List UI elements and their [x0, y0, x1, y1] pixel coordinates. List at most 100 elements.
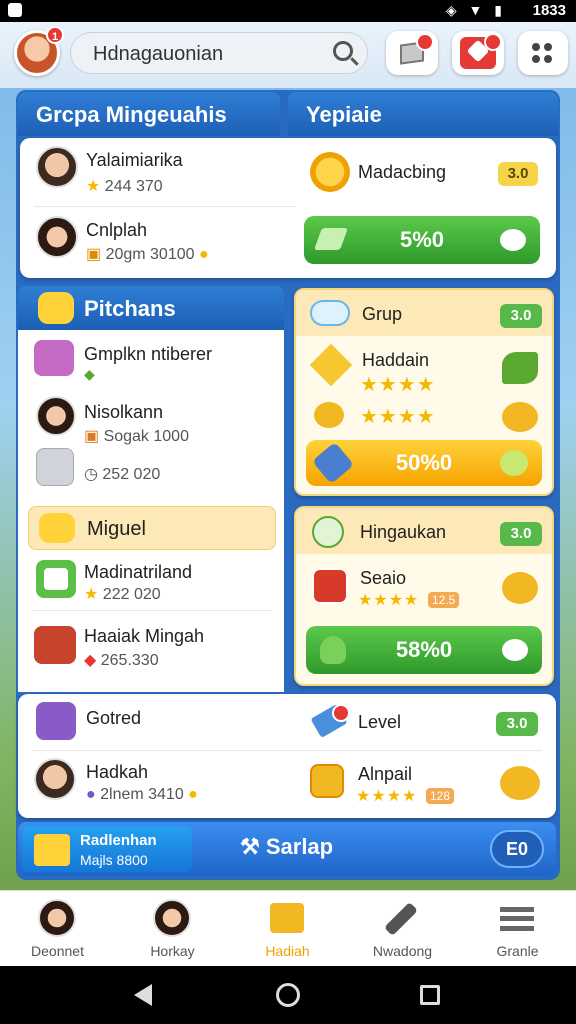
row-name: Haaiak Mingah [84, 626, 205, 646]
plant-icon [320, 636, 346, 664]
row-name: Gotred [86, 708, 142, 728]
badge-icon: ◆ [84, 652, 101, 669]
leaf-icon [312, 516, 344, 548]
gift-box-icon [34, 340, 74, 376]
tab-left-label: Grcpa Mingeuahis [36, 102, 227, 127]
ticket-icon [313, 228, 349, 250]
back-icon[interactable] [134, 984, 152, 1006]
top-card: Yalaimiarika ★ 244 370 Cnlplah ▣ 20gm 30… [20, 138, 556, 278]
row-name: Cnlplah [86, 220, 148, 240]
notification-icon [8, 3, 22, 17]
count-button[interactable]: E0 [490, 830, 544, 868]
game-icon [36, 560, 76, 598]
nav-item-hadiah[interactable]: Hadiah [230, 891, 345, 967]
card-title: Hingaukan [360, 522, 447, 542]
timer-icon: ◷ [84, 466, 103, 483]
profile-badge: 1 [46, 26, 64, 44]
inbox-badge [416, 33, 434, 51]
level-pill: 3.0 [496, 712, 538, 736]
reward-pill: 3.0 [498, 162, 538, 186]
footer-banner: Radlenhan Majls 8800 ⚒ Sarlap E0 [18, 822, 556, 876]
divider [32, 750, 542, 751]
promo-button[interactable]: Radlenhan Majls 8800 [22, 826, 192, 872]
nav-label: Horkay [150, 943, 195, 959]
star-rating: ★★★★ [356, 788, 418, 805]
emoji-icon [38, 292, 74, 324]
sarlap-label[interactable]: ⚒ Sarlap [240, 834, 333, 860]
grid-menu-icon [532, 43, 554, 65]
row-sub: ★ 222 020 [84, 586, 161, 603]
button-label: 58%0 [395, 637, 453, 662]
dice-icon [36, 702, 76, 740]
star-icon: ★ [84, 586, 103, 603]
avatar-icon [38, 899, 76, 937]
bag-icon: ▣ [84, 428, 104, 445]
tab-left[interactable]: Grcpa Mingeuahis [18, 92, 280, 136]
row-name: Gmplkn ntiberer [84, 344, 213, 364]
search-icon[interactable] [333, 41, 353, 61]
star-rating: ★★★★ [358, 592, 420, 609]
row-sub: ◆ 265.330 [84, 652, 159, 669]
coin-icon [310, 152, 350, 192]
chat-icon [500, 450, 528, 476]
gift-button[interactable] [452, 31, 504, 75]
row-sub: ◷ 252 020 [84, 466, 161, 483]
item-name: Seaio [360, 568, 407, 588]
row-name: Yalaimiarika [86, 150, 183, 170]
grup-card: Grup 3.0 Haddain ★★★★ ★★★★ 50%0 [294, 288, 554, 496]
recents-icon[interactable] [420, 985, 440, 1005]
avatar [36, 146, 78, 188]
nav-item-nwadong[interactable]: Nwadong [345, 891, 460, 967]
menu-icon [500, 907, 534, 931]
row-name: Hadkah [86, 762, 149, 782]
section-title: Pitchans [84, 296, 176, 321]
tool-icon [384, 902, 418, 936]
search-input[interactable]: Hdnagauonian [93, 43, 223, 66]
nav-label: Deonnet [31, 943, 84, 959]
emoji-icon [39, 513, 75, 543]
nav-item-horkay[interactable]: Horkay [115, 891, 230, 967]
gift-icon [270, 903, 304, 933]
card-icon [312, 568, 348, 604]
section-title: Miguel [87, 518, 146, 540]
nav-label: Nwadong [372, 943, 433, 959]
row-sub: ★ 244 370 [86, 178, 163, 195]
item-badge: 12.5 [428, 592, 460, 608]
avatar [36, 216, 78, 258]
cube-icon [309, 343, 353, 387]
level-label: Level [358, 712, 402, 732]
star-icon: ★ [86, 178, 105, 195]
card-pill: 3.0 [500, 304, 542, 328]
home-icon[interactable] [276, 983, 300, 1007]
grup-action-button[interactable]: 50%0 [306, 440, 542, 486]
nav-item-deonnet[interactable]: Deonnet [0, 891, 115, 967]
item-name: Haddain [362, 350, 430, 370]
tools-icon: ⚒ [240, 834, 266, 859]
menu-button[interactable] [518, 31, 568, 75]
miguel-header[interactable]: Miguel [28, 506, 276, 550]
nav-item-granle[interactable]: Granle [460, 891, 575, 967]
button-label: 50%0 [395, 450, 453, 475]
promo-title: Radlenhan [80, 832, 157, 849]
star-rating: ★★★★ [360, 374, 436, 396]
leaf-icon: ◆ [84, 366, 95, 382]
nav-label: Hadiah [265, 943, 310, 959]
alpail-badge: 128 [426, 788, 455, 804]
promo-sub: Majls 8800 [80, 852, 148, 868]
row-sub: ▣ Sogak 1000 [84, 428, 189, 445]
left-list: Gmplkn ntiberer ◆ Nisolkann ▣ Sogak 1000… [18, 330, 284, 692]
row-sub: ▣ 20gm 30100 ● [86, 246, 209, 263]
claim-button[interactable]: 5%0 [304, 216, 540, 264]
status-time: 1833 [532, 2, 566, 19]
tab-right[interactable]: Yepiaie [288, 92, 558, 136]
section-header: Pitchans [18, 286, 284, 330]
divider [32, 610, 272, 611]
tab-right-label: Yepiaie [306, 102, 382, 127]
alpail-label: Alnpail [358, 764, 413, 784]
hingaukan-action-button[interactable]: 58%0 [306, 626, 542, 674]
search-bar[interactable]: Hdnagauonian [70, 32, 368, 74]
avatar-icon [153, 899, 191, 937]
ticket-icon [34, 834, 70, 866]
row-name: Nisolkann [84, 402, 164, 422]
inbox-button[interactable] [386, 31, 438, 75]
